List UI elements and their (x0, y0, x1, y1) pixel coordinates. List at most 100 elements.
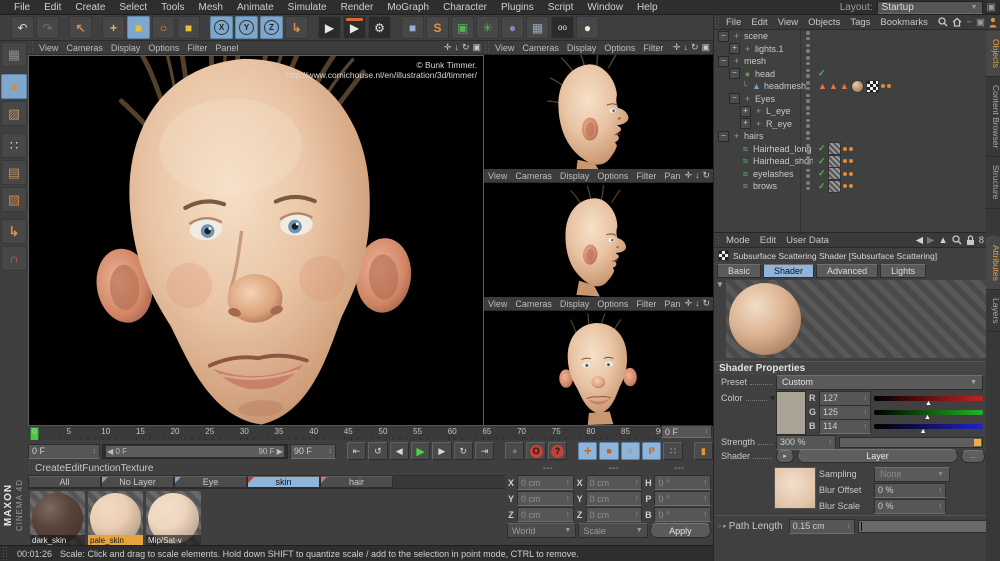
add-camera-icon[interactable]: oo (551, 16, 574, 39)
model-mode-icon[interactable]: ■ (1, 74, 27, 99)
enabled-check-icon[interactable]: ✓ (818, 181, 826, 192)
material-item[interactable]: pale_skin (88, 491, 143, 546)
tree-item-head[interactable]: − ● head ✓ (714, 68, 1000, 81)
menu-mesh[interactable]: Mesh (192, 2, 230, 13)
key-pla-toggle[interactable]: ∷ (663, 442, 683, 460)
material-menu-create[interactable]: Create (35, 463, 65, 474)
record-button[interactable]: ● (505, 442, 525, 460)
rotate-view-icon[interactable]: ↻ (462, 42, 470, 53)
visibility-dots[interactable] (802, 131, 814, 140)
viewport-menu-view[interactable]: View (39, 43, 58, 53)
home-icon[interactable] (952, 17, 962, 27)
attr-tab-basic[interactable]: Basic (717, 263, 762, 278)
menu-select[interactable]: Select (112, 2, 154, 13)
expander-icon[interactable]: − (718, 30, 729, 42)
parent-icon[interactable]: ▲ (938, 235, 947, 246)
user-icon[interactable] (989, 17, 997, 28)
grip-handle[interactable] (28, 462, 35, 475)
viewport-menu-options[interactable]: Options (148, 43, 179, 53)
material-tag-icon[interactable] (850, 79, 864, 93)
viewport-menu-display[interactable]: Display (111, 43, 141, 53)
last-tool-icon[interactable]: ■ (177, 16, 200, 39)
timeline-ruler[interactable]: 051015202530354045505560657075808590 (28, 425, 665, 442)
current-frame-field[interactable]: 0 F ↕ (661, 425, 712, 438)
material-item[interactable]: Mip/Sat-v (146, 491, 201, 546)
menu-tools[interactable]: Tools (154, 2, 191, 13)
panel-tab-attributes[interactable]: Attributes (986, 237, 1000, 290)
om-menu-file[interactable]: File (726, 17, 741, 28)
tree-item-hairs[interactable]: − + hairs (714, 130, 1000, 143)
menu-create[interactable]: Create (68, 2, 112, 13)
coord-field[interactable]: 0 cm ↕ (585, 507, 643, 522)
viewport-menu-pan[interactable]: Pan (664, 299, 680, 309)
tree-item-l_eye[interactable]: + + L_eye (714, 105, 1000, 118)
layer-tab-hair[interactable]: hair (320, 476, 393, 488)
enabled-check-icon[interactable]: ✓ (818, 168, 826, 179)
red-slider[interactable]: ▲ (874, 395, 983, 407)
material-tag-icon[interactable] (827, 142, 841, 156)
rotate-view-icon[interactable]: ↻ (702, 298, 710, 309)
attr-tab-advanced[interactable]: Advanced (816, 263, 879, 278)
zoom-icon[interactable]: ↓ (683, 42, 688, 53)
viewport-menu-filter[interactable]: Filter (643, 43, 663, 53)
tree-item-brows[interactable]: ≈ brows ✓ (714, 179, 1000, 193)
viewport-menu-view[interactable]: View (488, 299, 507, 309)
expand-icon[interactable]: ▣ (976, 17, 985, 28)
menu-render[interactable]: Render (334, 2, 381, 13)
goto-end-button[interactable]: ⇥ (474, 442, 495, 460)
expander-icon[interactable]: − (718, 55, 729, 67)
expander-icon[interactable]: − (729, 68, 740, 80)
coord-field[interactable]: 0 ° ↕ (654, 507, 712, 522)
material-tag-icon[interactable] (827, 154, 841, 168)
menu-edit[interactable]: Edit (37, 2, 68, 13)
strength-slider[interactable] (839, 436, 983, 448)
layer-tab-eye[interactable]: Eye (174, 476, 247, 488)
visibility-dots[interactable] (802, 168, 814, 178)
shader-preview[interactable] (726, 280, 986, 358)
next-frame-button[interactable]: ▶ (432, 442, 452, 460)
viewport-right[interactable]: View Cameras Display Options Filter ✛ ↓ ↻ ▣ (484, 41, 713, 169)
grip-handle[interactable] (714, 15, 721, 29)
sampling-dropdown[interactable]: None ▼ (874, 466, 950, 482)
x-axis-lock-icon[interactable]: X (210, 16, 233, 39)
render-settings-icon[interactable]: ⚙ (368, 16, 391, 39)
viewport-menu-cameras[interactable]: Cameras (522, 43, 559, 53)
path-length-slider[interactable] (857, 519, 989, 533)
key-rotation-toggle[interactable]: ○ (620, 442, 641, 460)
visibility-dots[interactable] (802, 68, 814, 78)
expander-icon[interactable]: + (729, 43, 740, 55)
grip-handle[interactable] (484, 41, 491, 54)
zoom-icon[interactable]: ↓ (695, 298, 700, 309)
rotate-tool-icon[interactable]: ○ (152, 16, 175, 39)
search-icon[interactable] (952, 235, 962, 245)
zoom-icon[interactable]: ↓ (695, 170, 700, 181)
pan-icon[interactable]: ✛ (684, 170, 692, 181)
viewport-menu-panel[interactable]: Panel (215, 43, 238, 53)
tree-item-r_eye[interactable]: + + R_eye (714, 118, 1000, 131)
expander-icon[interactable]: − (729, 93, 740, 105)
path-length-field[interactable]: 0.15 cm ↕ (788, 518, 855, 534)
viewport-menu-display[interactable]: Display (560, 299, 590, 309)
visibility-dots[interactable] (802, 93, 814, 103)
keyframe-selection-icon[interactable]: ▮ (693, 442, 713, 460)
viewport-menu-pan[interactable]: Pan (664, 171, 680, 181)
lock-icon[interactable] (966, 234, 975, 246)
om-menu-tags[interactable]: Tags (850, 17, 870, 28)
coord-field[interactable]: 0 ° ↕ (654, 475, 712, 490)
collapse-arrow-icon[interactable]: ▼ (714, 280, 726, 358)
visibility-dots[interactable] (802, 43, 814, 53)
y-axis-lock-icon[interactable]: Y (235, 16, 258, 39)
om-menu-objects[interactable]: Objects (808, 17, 840, 28)
minimize-icon[interactable]: − (966, 17, 972, 28)
coord-system-icon[interactable]: ↳ (285, 16, 308, 39)
coord-field[interactable]: 0 cm ↕ (585, 491, 643, 506)
tree-item-scene[interactable]: − + scene (714, 30, 1000, 43)
add-floor-icon[interactable]: ▦ (526, 16, 549, 39)
enabled-check-icon[interactable]: ✓ (818, 143, 826, 154)
prev-frame-button[interactable]: ◀ (389, 442, 409, 460)
pan-icon[interactable]: ✛ (684, 298, 692, 309)
texture-mode-icon[interactable]: ▨ (1, 101, 27, 126)
panel-tab-content-browser[interactable]: Content Browser (986, 76, 1000, 158)
material-tag-icon[interactable] (827, 179, 841, 193)
attr-tab-lights[interactable]: Lights (880, 263, 927, 278)
